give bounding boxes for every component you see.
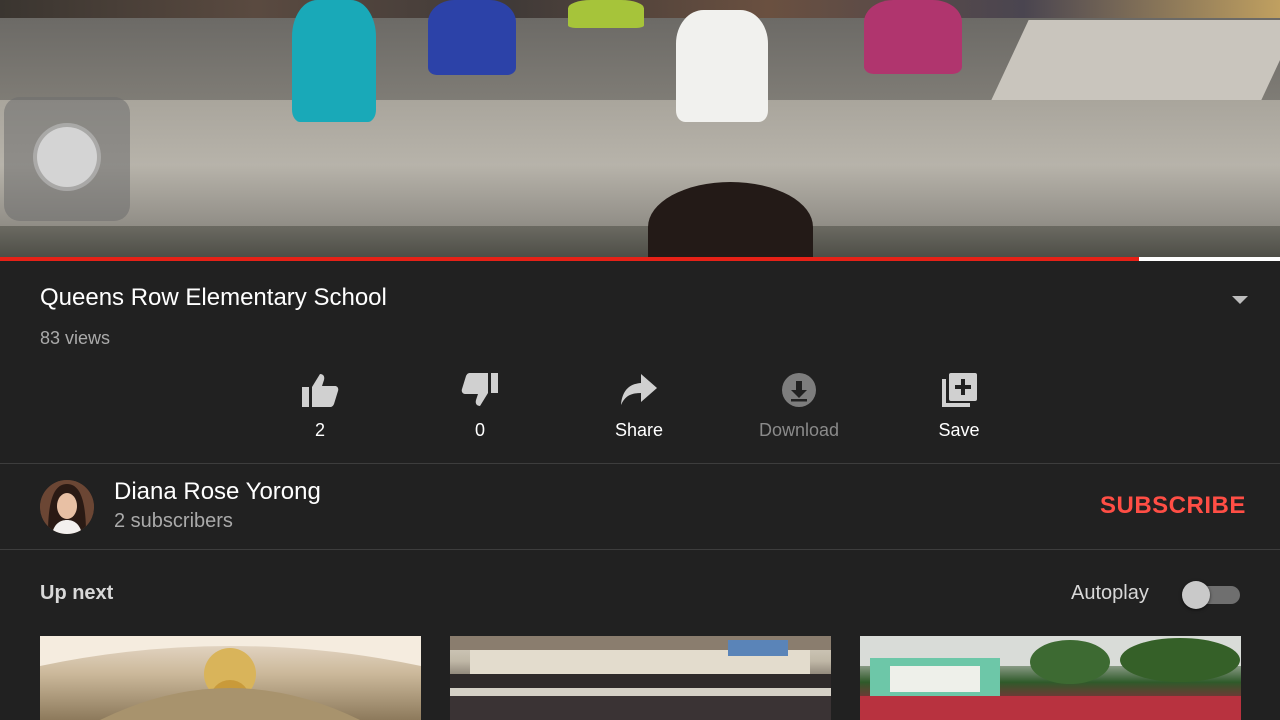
- gymnasium-crowd-image: [450, 636, 831, 720]
- video-title: Queens Row Elementary School: [40, 284, 387, 311]
- thumbs-up-icon: [302, 374, 339, 407]
- thumbs-down-icon: [461, 373, 498, 406]
- video-dancer-teal: [292, 0, 376, 122]
- autoplay-toggle-thumb: [1182, 581, 1210, 609]
- outdoor-gathering-image: [860, 636, 1241, 720]
- save-label: Save: [938, 420, 980, 440]
- like-count: 2: [314, 420, 325, 440]
- video-progress-played: [0, 257, 1140, 261]
- recommended-video-thumbnail[interactable]: [40, 636, 421, 720]
- chandelier-hall-image: [40, 636, 421, 720]
- download-icon: [782, 373, 816, 407]
- assistive-touch-knob: [37, 127, 97, 187]
- avatar-portrait-icon: [40, 480, 94, 534]
- channel-avatar[interactable]: [40, 480, 94, 534]
- autoplay-toggle[interactable]: [1182, 581, 1240, 609]
- expand-description-icon[interactable]: [1228, 292, 1252, 308]
- subscribe-button[interactable]: SUBSCRIBE: [1100, 492, 1246, 520]
- up-next-heading: Up next: [40, 582, 114, 604]
- divider: [0, 549, 1280, 550]
- subscriber-count: 2 subscribers: [114, 510, 233, 532]
- share-button[interactable]: Share: [579, 372, 699, 441]
- like-button[interactable]: 2: [260, 372, 380, 441]
- video-dancer-green: [568, 0, 644, 28]
- video-dancer-white: [676, 10, 768, 122]
- channel-name[interactable]: Diana Rose Yorong: [114, 478, 321, 506]
- dislike-button[interactable]: 0: [420, 372, 540, 441]
- video-stage-ledge: [0, 226, 1280, 257]
- recommended-video-thumbnail[interactable]: [860, 636, 1241, 720]
- recommended-video-thumbnail[interactable]: [450, 636, 831, 720]
- view-count: 83 views: [40, 328, 111, 348]
- video-progress-bar[interactable]: [0, 257, 1280, 261]
- video-sun-patch: [991, 20, 1280, 100]
- download-button[interactable]: Download: [739, 372, 859, 441]
- share-label: Share: [614, 420, 664, 440]
- share-arrow-icon: [621, 374, 657, 405]
- add-to-playlist-icon: [942, 373, 977, 407]
- download-label: Download: [758, 420, 840, 440]
- video-floor-lit: [0, 100, 1280, 230]
- video-player[interactable]: [0, 0, 1280, 257]
- divider: [0, 463, 1280, 464]
- dislike-count: 0: [474, 420, 485, 440]
- video-dancer-magenta: [864, 0, 962, 74]
- assistive-touch-button[interactable]: [4, 97, 130, 221]
- video-dancer-blue: [428, 0, 516, 75]
- autoplay-label: Autoplay: [1071, 582, 1149, 604]
- save-button[interactable]: Save: [899, 372, 1019, 441]
